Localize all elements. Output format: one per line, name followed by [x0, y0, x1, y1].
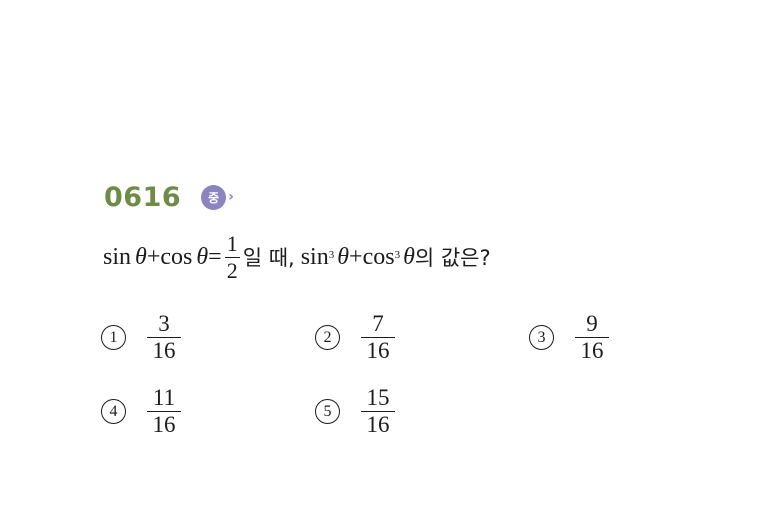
theta-symbol: θ: [337, 243, 350, 270]
choice-fraction: 11 16: [146, 385, 182, 438]
choice-marker: 3: [529, 325, 554, 351]
choice-4[interactable]: 4 11 16: [101, 385, 185, 438]
choice-numerator: 9: [575, 311, 609, 339]
choice-denominator: 16: [152, 412, 176, 438]
choice-marker: 2: [315, 325, 340, 351]
condition-word: 일 때,: [242, 246, 295, 270]
choice-5[interactable]: 5 15 16: [315, 385, 399, 438]
given-numerator: 1: [224, 231, 240, 258]
choice-marker: 1: [101, 325, 126, 351]
sin-function: sin: [103, 243, 132, 270]
theta-symbol: θ: [135, 243, 147, 270]
plus-sign: +: [349, 243, 363, 270]
cos-function: cos: [362, 243, 395, 270]
exponent: 3: [394, 249, 401, 261]
theta-symbol: θ: [196, 243, 209, 270]
choice-numerator: 3: [147, 311, 181, 339]
chevron-right-icon: ›: [228, 189, 234, 205]
problem-number: 0616: [104, 181, 182, 213]
difficulty-badge: 중: [201, 184, 227, 210]
equals-sign: =: [208, 243, 222, 270]
problem-header: 0616 중 ›: [104, 180, 234, 214]
sin-function: sin: [300, 243, 329, 270]
plus-sign: +: [146, 243, 161, 270]
choice-numerator: 7: [361, 311, 395, 339]
question-ending: 의 값은?: [414, 246, 491, 270]
choice-marker: 5: [315, 399, 340, 425]
cos-function: cos: [160, 243, 193, 270]
choice-denominator: 16: [366, 338, 390, 364]
choice-fraction: 15 16: [360, 385, 396, 438]
choice-1[interactable]: 1 3 16: [101, 311, 185, 364]
given-fraction: 1 2: [224, 231, 240, 283]
choice-denominator: 16: [580, 338, 604, 364]
choice-denominator: 16: [366, 412, 390, 438]
choice-denominator: 16: [152, 338, 176, 364]
question-text: sin θ + cos θ = 1 2 일 때, sin 3 θ + cos 3 θ 의 값은?: [103, 226, 491, 288]
choice-numerator: 15: [361, 385, 395, 413]
exponent: 3: [328, 249, 335, 261]
choice-numerator: 11: [147, 385, 181, 413]
theta-symbol: θ: [403, 243, 415, 270]
choice-3[interactable]: 3 9 16: [529, 311, 613, 364]
choice-fraction: 3 16: [146, 311, 182, 364]
choice-2[interactable]: 2 7 16: [315, 311, 399, 364]
choice-marker: 4: [101, 399, 126, 425]
choice-fraction: 7 16: [360, 311, 396, 364]
given-denominator: 2: [226, 257, 238, 283]
choice-fraction: 9 16: [574, 311, 610, 364]
